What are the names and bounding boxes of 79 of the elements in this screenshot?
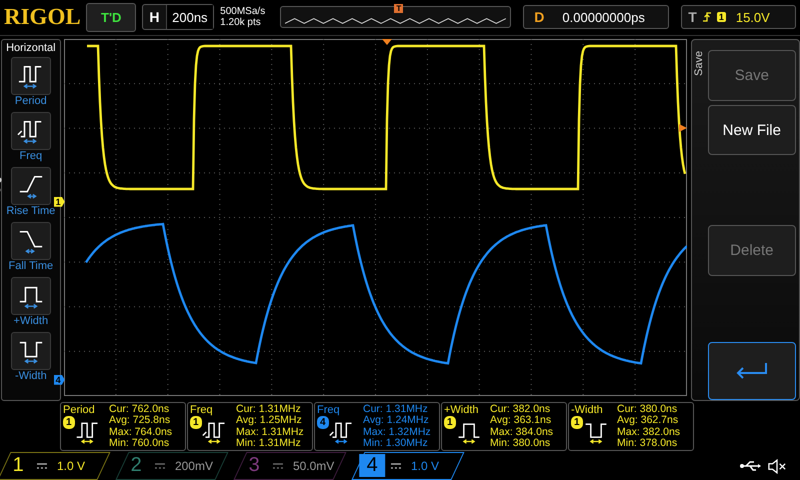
measurement-value: Avg: 362.7ns [617,415,680,427]
measurement-value: Max: 382.0ns [617,426,680,438]
measurement-label: Period [14,94,47,107]
delay-label: D [534,9,544,26]
channel-tab[interactable]: 1 1.0 V [0,452,110,480]
measurement-button[interactable] [10,56,51,95]
channel-tab[interactable]: 3 50.0mV [234,452,346,480]
measurement-value: Max: 384.0ns [490,426,554,438]
measurement-value: Max: 764.0ns [109,426,172,438]
measurement-button[interactable] [10,222,51,260]
channel-scale: 200mV [175,459,214,474]
measurement-value: Cur: 762.0ns [109,404,170,416]
muted-speaker-icon [768,458,786,474]
sample-rate: 500MSa/s [220,6,266,18]
measurement-value: Min: 1.30MHz [363,438,429,450]
measurement-value: Max: 1.32MHz [363,426,431,438]
measurement-value: Avg: 363.1ns [490,415,552,427]
enter-button[interactable] [708,342,796,400]
channel-badge: 1 [571,416,583,429]
measurement-value: Avg: 725.8ns [109,415,172,427]
usb-icon [740,460,762,472]
trigger-time-marker-icon [382,38,392,45]
measurement-value: Min: 760.0ns [109,438,170,450]
measurement-name: +Width [444,404,480,416]
measurement-value: Min: 380.0ns [490,438,552,450]
channel-badge: 1 [444,416,456,429]
measurement-value: Cur: 382.0ns [490,404,552,416]
dc-coupling-icon [273,463,283,470]
brand-logo: RIGOL [4,4,80,30]
trigger-source-badge: 1 [716,12,726,22]
measurement-label: Rise Time [6,204,56,217]
channel-badge: 1 [190,416,202,429]
measurement-name: -Width [571,404,604,416]
channel-number: 1 [11,454,25,478]
softkey-button[interactable]: New File [708,104,796,156]
measurement-value: Min: 378.0ns [617,438,678,450]
measurement-value: Min: 1.31MHz [236,438,302,450]
dc-coupling-icon [37,463,47,470]
measurement-value: Avg: 1.25MHz [236,415,303,427]
measurement-label: Freq [20,150,42,162]
measurement-value: Cur: 1.31MHz [363,404,429,416]
measurement-name: Period [63,404,96,416]
timebase-value: 200ns [166,5,214,30]
measurement-name: Freq [317,404,341,416]
channel-number: 4 [359,454,385,478]
delay-value: 0.00000000ps [562,10,645,25]
channel-number: 2 [129,454,143,478]
measurement-button[interactable] [10,332,51,370]
measurement-button[interactable] [10,276,51,315]
channel-tab[interactable]: 2 200mV [116,452,228,480]
dc-coupling-icon [155,463,165,470]
channel-tab[interactable]: 4 1.0 V [352,452,464,480]
channel-scale: 1.0 V [411,459,440,474]
channel-scale: 50.0mV [293,459,334,474]
measurement-label: -Width [14,370,47,382]
trigger-label: T [688,9,697,26]
trigger-level: 15.0V [736,10,770,25]
menu-title: Horizontal [6,40,56,56]
channel-scale: 1.0 V [57,459,86,474]
timebase-label: H [148,9,161,26]
measurement-button[interactable] [10,166,51,205]
run-status-badge: T'D [86,2,136,32]
measurement-value: Cur: 1.31MHz [236,404,302,416]
measurement-label: Fall Time [8,260,54,272]
rising-edge-icon [702,11,711,24]
memory-depth: 1.20k pts [220,17,262,28]
measurement-value: Max: 1.31MHz [236,426,304,438]
measurement-value: Avg: 1.24MHz [363,415,430,427]
channel-badge: 4 [317,416,329,429]
trigger-position-marker: T [394,4,404,14]
panel-title: Save [692,50,706,78]
measurement-value: Cur: 380.0ns [617,404,678,416]
measurement-label: +Width [14,314,48,327]
dc-coupling-icon [391,463,401,470]
measurement-button[interactable] [10,112,51,150]
measurement-name: Freq [190,404,214,416]
channel-badge: 1 [63,416,75,429]
trigger-level-marker-icon [678,124,687,132]
channel-number: 3 [247,454,261,478]
